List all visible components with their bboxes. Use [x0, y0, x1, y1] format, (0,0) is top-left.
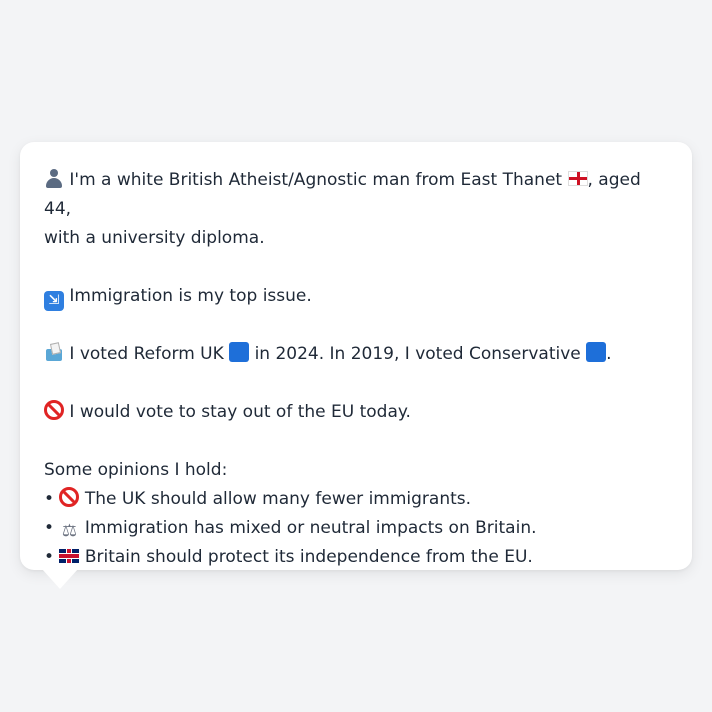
conservative-color-square-icon [586, 342, 607, 362]
vote-history-line: I voted Reform UK in 2024. In 2019, I vo… [44, 340, 668, 369]
vote-text-1: I voted Reform UK [69, 344, 224, 364]
england-flag-icon [567, 171, 588, 186]
vote-text-3: . [606, 344, 612, 364]
passport-control-icon: ⇲ [44, 291, 64, 311]
bullet: • [44, 547, 55, 567]
opinion-text: The UK should allow many fewer immigrant… [84, 489, 472, 509]
bullet: • [44, 518, 55, 538]
education-text: with a university diploma. [44, 228, 265, 248]
prohibited-icon [59, 487, 80, 507]
profile-card: I'm a white British Atheist/Agnostic man… [20, 142, 692, 570]
eu-vote-text: I would vote to stay out of the EU today… [69, 402, 411, 422]
top-issue-text: Immigration is my top issue. [69, 286, 312, 306]
opinion-item: • Britain should protect its independenc… [44, 543, 668, 572]
ballot-box-icon [44, 342, 64, 362]
top-issue-line: ⇲ Immigration is my top issue. [44, 282, 668, 311]
vote-text-2: in 2024. In 2019, I voted Conservative [254, 344, 581, 364]
opinion-text: Immigration has mixed or neutral impacts… [84, 518, 537, 538]
person-silhouette-icon [44, 168, 64, 188]
bullet: • [44, 489, 55, 509]
speech-bubble-tail [42, 569, 78, 589]
prohibited-icon [44, 400, 64, 420]
opinion-text: Britain should protect its independence … [84, 547, 533, 567]
opinion-item: • The UK should allow many fewer immigra… [44, 485, 668, 514]
identity-text: I'm a white British Atheist/Agnostic man… [69, 170, 563, 190]
identity-line: I'm a white British Atheist/Agnostic man… [44, 166, 668, 253]
balance-scale-icon: ⚖ [61, 521, 78, 541]
eu-vote-line: I would vote to stay out of the EU today… [44, 398, 668, 427]
reform-uk-color-square-icon [229, 342, 250, 362]
uk-flag-icon [59, 549, 80, 563]
opinions-heading: Some opinions I hold: [44, 460, 228, 480]
opinion-item: • ⚖ Immigration has mixed or neutral imp… [44, 514, 668, 543]
